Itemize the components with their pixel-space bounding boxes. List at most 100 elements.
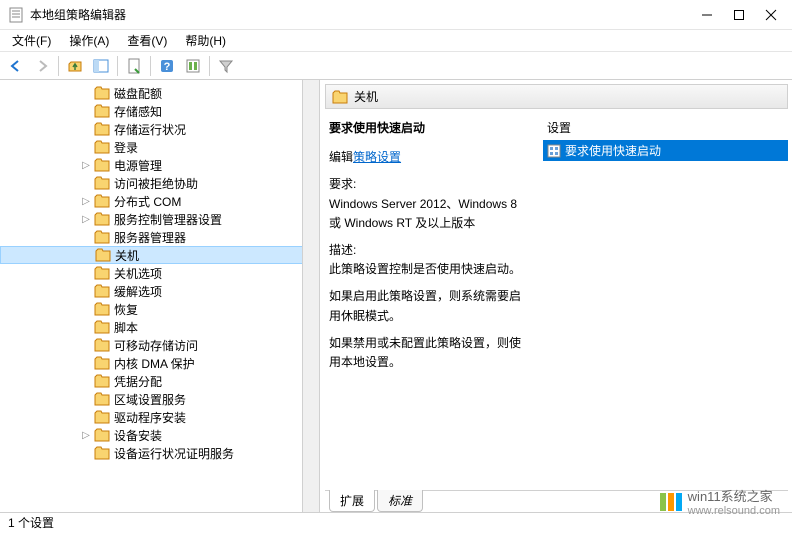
edit-policy-link[interactable]: 策略设置 — [353, 150, 401, 164]
policy-title: 要求使用快速启动 — [329, 119, 531, 138]
tree-item[interactable]: 设备运行状况证明服务 — [0, 444, 319, 462]
expander-icon — [80, 321, 92, 333]
expander-icon — [80, 105, 92, 117]
tab-extended[interactable]: 扩展 — [329, 490, 375, 512]
folder-icon — [94, 140, 110, 154]
expander-icon[interactable]: ▷ — [80, 429, 92, 441]
detail-pane: 关机 要求使用快速启动 编辑策略设置 要求:Windows Server 201… — [320, 80, 792, 512]
tree-item[interactable]: 服务器管理器 — [0, 228, 319, 246]
filter-button[interactable] — [214, 54, 238, 78]
settings-list: 设置 要求使用快速启动 — [543, 113, 788, 490]
help-button[interactable]: ? — [155, 54, 179, 78]
show-hide-tree-button[interactable] — [89, 54, 113, 78]
tree-item-label: 缓解选项 — [114, 283, 162, 300]
tree-item[interactable]: 关机选项 — [0, 264, 319, 282]
tree-item-label: 恢复 — [114, 301, 138, 318]
description-text: 此策略设置控制是否使用快速启动。 — [329, 262, 521, 276]
tree-item-label: 分布式 COM — [114, 193, 181, 210]
menu-file[interactable]: 文件(F) — [4, 30, 59, 51]
tree-item[interactable]: 存储感知 — [0, 102, 319, 120]
expander-icon — [80, 87, 92, 99]
options-button[interactable] — [181, 54, 205, 78]
tree-pane[interactable]: 磁盘配额存储感知存储运行状况登录▷电源管理访问被拒绝协助 ▷ 分布式 COM ▷ 服务控… — [0, 80, 320, 512]
tree-item[interactable]: 脚本 — [0, 318, 319, 336]
menu-view[interactable]: 查看(V) — [119, 30, 175, 51]
watermark-line2: www.relsound.com — [688, 505, 780, 517]
titlebar: 本地组策略编辑器 — [0, 0, 792, 30]
folder-icon — [94, 104, 110, 118]
expander-icon — [80, 357, 92, 369]
expander-icon — [80, 447, 92, 459]
tree-item[interactable]: 可移动存储访问 — [0, 336, 319, 354]
description-para2: 如果禁用或未配置此策略设置，则使用本地设置。 — [329, 334, 531, 372]
tree-item[interactable]: 访问被拒绝协助 — [0, 174, 319, 192]
tree-item[interactable]: 区域设置服务 — [0, 390, 319, 408]
requirements-text: Windows Server 2012、Windows 8 或 Windows … — [329, 197, 517, 230]
tree-item[interactable]: 驱动程序安装 — [0, 408, 319, 426]
settings-column-header[interactable]: 设置 — [543, 117, 788, 138]
policy-icon — [547, 144, 561, 158]
tree-item-label: 访问被拒绝协助 — [114, 175, 198, 192]
window-title: 本地组策略编辑器 — [30, 6, 700, 23]
folder-icon — [94, 284, 110, 298]
tree-item-label: 关机 — [115, 247, 139, 264]
tab-standard[interactable]: 标准 — [377, 490, 423, 512]
tree-item[interactable]: 凭据分配 — [0, 372, 319, 390]
folder-icon — [94, 122, 110, 136]
expander-icon[interactable]: ▷ — [80, 213, 92, 225]
setting-row-label: 要求使用快速启动 — [565, 142, 661, 159]
app-icon — [8, 7, 24, 23]
forward-button[interactable] — [30, 54, 54, 78]
svg-text:?: ? — [164, 61, 171, 73]
expander-icon — [80, 393, 92, 405]
tree-item[interactable]: 磁盘配额 — [0, 84, 319, 102]
folder-icon — [94, 392, 110, 406]
tree-item-label: 存储感知 — [114, 103, 162, 120]
tree-item-label: 驱动程序安装 — [114, 409, 186, 426]
expander-icon[interactable]: ▷ — [80, 159, 92, 171]
watermark: win11系统之家 www.relsound.com — [660, 486, 780, 517]
folder-icon — [94, 428, 110, 442]
folder-icon — [94, 410, 110, 424]
menu-help[interactable]: 帮助(H) — [177, 30, 234, 51]
tree-item[interactable]: ▷设备安装 — [0, 426, 319, 444]
tree-item-label: 服务控制管理器设置 — [114, 211, 222, 228]
setting-row[interactable]: 要求使用快速启动 — [543, 140, 788, 161]
description-label: 描述: — [329, 243, 356, 257]
maximize-button[interactable] — [732, 8, 746, 22]
tree-item-label: 脚本 — [114, 319, 138, 336]
requirements-label: 要求: — [329, 177, 356, 191]
tree-item[interactable]: 登录 — [0, 138, 319, 156]
menu-action[interactable]: 操作(A) — [61, 30, 117, 51]
tree-item[interactable]: 存储运行状况 — [0, 120, 319, 138]
expander-icon — [80, 411, 92, 423]
tree-item-label: 可移动存储访问 — [114, 337, 198, 354]
tree-item-label: 内核 DMA 保护 — [114, 355, 195, 372]
tree-item[interactable]: ▷ 分布式 COM — [0, 192, 319, 210]
expander-icon[interactable]: ▷ — [80, 195, 92, 207]
folder-icon — [94, 86, 110, 100]
folder-icon — [94, 212, 110, 226]
back-button[interactable] — [4, 54, 28, 78]
folder-icon — [94, 158, 110, 172]
folder-icon — [332, 90, 348, 104]
folder-icon — [94, 266, 110, 280]
content-area: 磁盘配额存储感知存储运行状况登录▷电源管理访问被拒绝协助 ▷ 分布式 COM ▷ 服务控… — [0, 80, 792, 512]
detail-description: 要求使用快速启动 编辑策略设置 要求:Windows Server 2012、W… — [325, 113, 535, 490]
toolbar: ? — [0, 52, 792, 80]
expander-icon — [80, 375, 92, 387]
detail-header-label: 关机 — [354, 88, 378, 105]
tree-item[interactable]: ▷ 服务控制管理器设置 — [0, 210, 319, 228]
up-button[interactable] — [63, 54, 87, 78]
folder-icon — [94, 374, 110, 388]
folder-icon — [94, 230, 110, 244]
minimize-button[interactable] — [700, 8, 714, 22]
close-button[interactable] — [764, 8, 778, 22]
tree-item[interactable]: 内核 DMA 保护 — [0, 354, 319, 372]
tree-item[interactable]: 缓解选项 — [0, 282, 319, 300]
tree-item[interactable]: 恢复 — [0, 300, 319, 318]
folder-icon — [94, 320, 110, 334]
tree-item[interactable]: 关机 — [0, 246, 319, 264]
properties-button[interactable] — [122, 54, 146, 78]
tree-item[interactable]: ▷电源管理 — [0, 156, 319, 174]
